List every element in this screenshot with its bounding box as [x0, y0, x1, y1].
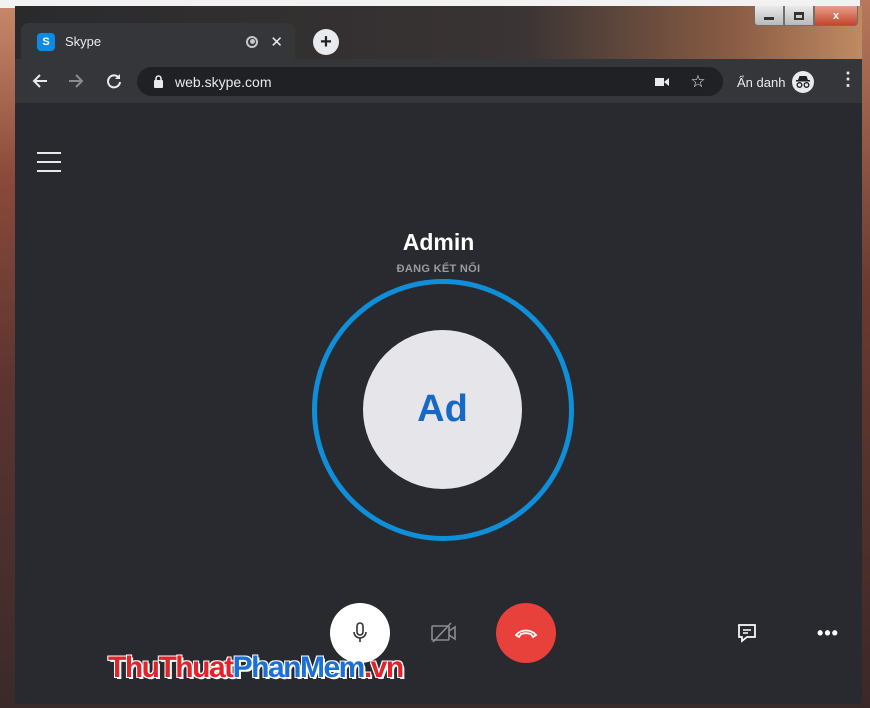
forward-button[interactable]	[61, 66, 91, 96]
window-close-label: x	[832, 9, 840, 22]
lock-icon[interactable]	[151, 75, 165, 89]
avatar-initials: Ad	[417, 388, 468, 430]
window-controls: x	[754, 6, 858, 26]
hamburger-menu-icon[interactable]	[37, 152, 61, 179]
address-bar[interactable]: web.skype.com ☆	[137, 67, 723, 96]
watermark-part-3: .vn	[363, 651, 404, 684]
incognito-indicator[interactable]: Ẩn danh	[737, 71, 815, 93]
new-tab-button[interactable]: +	[313, 29, 339, 55]
call-status: ĐANG KẾT NỐI	[396, 263, 481, 275]
avatar: Ad	[363, 330, 522, 489]
chat-icon	[738, 624, 756, 643]
more-options-icon[interactable]: •••	[811, 616, 845, 650]
skype-icon: S	[37, 32, 55, 51]
video-off-icon	[431, 622, 456, 643]
plus-icon: +	[320, 31, 332, 53]
incognito-label: Ẩn danh	[737, 74, 786, 90]
url-text[interactable]: web.skype.com	[175, 74, 649, 90]
maximize-button[interactable]	[784, 6, 814, 26]
maximize-icon	[794, 11, 804, 20]
caller-name: Admin	[402, 229, 475, 255]
browser-window: x S Skype ✕ + web.skype.com ☆ Ẩn danh ⋮ …	[15, 6, 862, 704]
kebab-menu-icon[interactable]: ⋮	[839, 69, 857, 90]
camera-icon[interactable]	[649, 69, 675, 95]
watermark: ThuThuatPhanMem.vn	[108, 651, 404, 685]
reload-icon	[107, 74, 121, 89]
tab-title: Skype	[65, 34, 102, 49]
browser-toolbar: web.skype.com ☆ Ẩn danh ⋮	[15, 59, 862, 103]
video-toggle-button[interactable]	[419, 608, 469, 658]
incognito-icon	[792, 71, 815, 93]
minimize-icon	[764, 17, 774, 20]
tab-strip: x S Skype ✕ +	[15, 6, 862, 60]
watermark-part-2: PhanMem	[232, 651, 366, 684]
back-arrow-icon	[32, 74, 47, 88]
chat-button[interactable]	[730, 616, 764, 650]
hang-up-icon	[514, 629, 538, 639]
audio-playing-icon	[246, 35, 259, 48]
skype-call-view: Admin ĐANG KẾT NỐI Ad ••• ThuThuatPhanMe…	[15, 103, 862, 704]
back-button[interactable]	[25, 66, 55, 96]
reload-button[interactable]	[99, 66, 129, 96]
minimize-button[interactable]	[754, 6, 784, 26]
close-icon[interactable]: ✕	[270, 33, 283, 51]
tab-skype[interactable]: S Skype ✕	[21, 23, 295, 60]
window-close-button[interactable]: x	[814, 6, 858, 26]
forward-arrow-icon	[69, 74, 84, 88]
star-icon[interactable]: ☆	[685, 69, 711, 95]
microphone-icon	[353, 622, 367, 642]
watermark-part-1: ThuThuat	[108, 651, 234, 684]
end-call-button[interactable]	[496, 603, 556, 663]
